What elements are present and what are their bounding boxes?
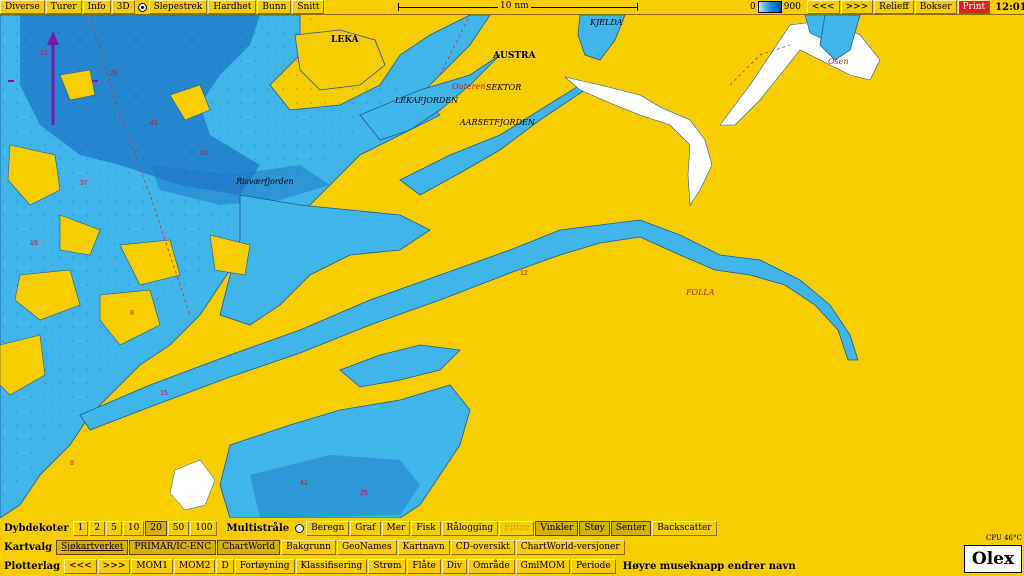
svg-text:8: 8 [70, 460, 74, 467]
filtre-button[interactable]: Filtre [499, 520, 535, 536]
plotterlag-label: Plotterlag [4, 560, 61, 572]
prev-button[interactable]: <<< [806, 0, 840, 14]
menu-turer[interactable]: Turer [45, 0, 82, 14]
klassifisering-button[interactable]: Klassifisering [295, 558, 368, 574]
place-aarsetfjorden: AARSETFJORDEN [460, 118, 535, 127]
cd-oversikt-button[interactable]: CD-oversikt [450, 539, 515, 555]
omrade-button[interactable]: Område [467, 558, 515, 574]
chart-select-row: Kartvalg Sjøkartverket PRIMAR/IC-ENC Cha… [0, 539, 626, 555]
cpu-temperature: CPU 46°C [986, 534, 1022, 542]
svg-text:37: 37 [80, 180, 88, 187]
vinkler-button[interactable]: Vinkler [535, 520, 579, 536]
top-toolbar: Diverse Turer Info 3D Slepestrek Hardhet… [0, 0, 1024, 15]
svg-text:53: 53 [200, 150, 208, 157]
flate-button[interactable]: Flåte [407, 558, 441, 574]
chartworld-versjoner-button[interactable]: ChartWorld-versjoner [515, 539, 625, 555]
d-button[interactable]: D [216, 558, 234, 574]
ralogging-button[interactable]: Rålogging [441, 520, 499, 536]
sjokartverket-button[interactable]: Sjøkartverket [56, 539, 129, 555]
contour-20-button[interactable]: 20 [145, 520, 167, 536]
graf-button[interactable]: Graf [350, 520, 381, 536]
olex-chart-window: Diverse Turer Info 3D Slepestrek Hardhet… [0, 0, 1024, 576]
plotter-prev-button[interactable]: <<< [64, 558, 97, 574]
contour-50-button[interactable]: 50 [167, 520, 190, 536]
contour-2-button[interactable]: 2 [89, 520, 106, 536]
relief-button[interactable]: Relieff [874, 0, 914, 14]
svg-text:15: 15 [160, 390, 168, 397]
depth-min-label: 0 [750, 2, 756, 12]
gmlmom-button[interactable]: GmlMOM [515, 558, 571, 574]
place-leka: LEKA [331, 35, 359, 45]
scale-label: 10 nm [498, 1, 531, 11]
stoy-button[interactable]: Støy [579, 520, 610, 536]
svg-text:19: 19 [30, 240, 38, 247]
kartvalg-label: Kartvalg [4, 541, 53, 553]
chartworld-button[interactable]: ChartWorld [217, 539, 281, 555]
multistrale-label: Multistråle [226, 522, 290, 534]
geonames-button[interactable]: GeoNames [336, 539, 397, 555]
depth-color-scale[interactable] [757, 1, 782, 13]
mom2-button[interactable]: MOM2 [173, 558, 216, 574]
svg-text:12: 12 [40, 50, 48, 57]
periode-button[interactable]: Periode [571, 558, 616, 574]
menu-diverse[interactable]: Diverse [0, 0, 45, 14]
print-button[interactable]: Print [957, 0, 991, 14]
place-osen: Osen [828, 57, 849, 66]
bakgrunn-button[interactable]: Bakgrunn [281, 539, 336, 555]
svg-text:25: 25 [360, 490, 368, 497]
div-button[interactable]: Div [441, 558, 467, 574]
rename-hint: Høyre museknapp endrer navn [622, 560, 796, 572]
menu-snitt[interactable]: Snitt [292, 0, 325, 14]
bokser-button[interactable]: Bokser [914, 0, 957, 14]
backscatter-button[interactable]: Backscatter [652, 520, 717, 536]
menu-info[interactable]: Info [82, 0, 111, 14]
svg-text:46: 46 [150, 120, 158, 127]
contour-1-button[interactable]: 1 [72, 520, 89, 536]
fisk-button[interactable]: Fisk [411, 520, 441, 536]
strom-button[interactable]: Strøm [368, 558, 407, 574]
clock: 12:01:54 [995, 1, 1024, 13]
contour-100-button[interactable]: 100 [190, 520, 218, 536]
place-austra: AUSTRA [493, 51, 536, 61]
beregn-button[interactable]: Beregn [306, 520, 350, 536]
scale-bar: 10 nm [398, 0, 638, 14]
plotter-layer-row: Plotterlag <<< >>> MOM1 MOM2 D Fortøynin… [0, 558, 796, 574]
svg-text:12: 12 [520, 270, 528, 277]
fortoyning-button[interactable]: Fortøyning [234, 558, 295, 574]
chart-map[interactable]: 12 28 46 37 53 19 8 15 8 41 25 12 LEKA AUSTRA KJ… [0, 15, 1024, 518]
mer-button[interactable]: Mer [381, 520, 411, 536]
olex-logo[interactable]: Olex [964, 545, 1022, 573]
place-folla: FOLLA [686, 288, 715, 297]
mom1-button[interactable]: MOM1 [131, 558, 173, 574]
primar-button[interactable]: PRIMAR/IC-ENC [129, 539, 217, 555]
multibeam-radio-icon[interactable] [295, 523, 305, 533]
svg-text:41: 41 [300, 480, 308, 487]
depth-contour-row: Dybdekoter 1 2 5 10 20 50 100 Multistrål… [0, 520, 718, 536]
menu-slepestrek[interactable]: Slepestrek [148, 0, 208, 14]
menu-3d[interactable]: 3D [111, 0, 135, 14]
kartnavn-button[interactable]: Kartnavn [397, 539, 450, 555]
tow-radio-icon[interactable] [137, 2, 147, 12]
top-right-controls: 0 900 <<< >>> Relieff Bokser Print 12:01… [750, 0, 1024, 14]
menu-hardhet[interactable]: Hardhet [208, 0, 257, 14]
svg-text:28: 28 [110, 70, 118, 77]
contour-5-button[interactable]: 5 [106, 520, 122, 536]
contour-10-button[interactable]: 10 [122, 520, 145, 536]
place-sektor: SEKTOR [486, 83, 522, 92]
plotter-next-button[interactable]: >>> [97, 558, 131, 574]
svg-text:8: 8 [130, 310, 134, 317]
senter-button[interactable]: Senter [610, 520, 652, 536]
place-kjelda: KJELDA [590, 18, 623, 27]
next-button[interactable]: >>> [840, 0, 874, 14]
depth-max-label: 900 [783, 2, 801, 12]
place-lekafjorden: LEKAFJORDEN [395, 96, 459, 105]
menu-bunn[interactable]: Bunn [257, 0, 292, 14]
dybdekoter-label: Dybdekoter [4, 522, 69, 534]
place-outeren: Outeren [452, 82, 486, 91]
place-risvaerfjorden: Risværfjorden [236, 177, 294, 186]
